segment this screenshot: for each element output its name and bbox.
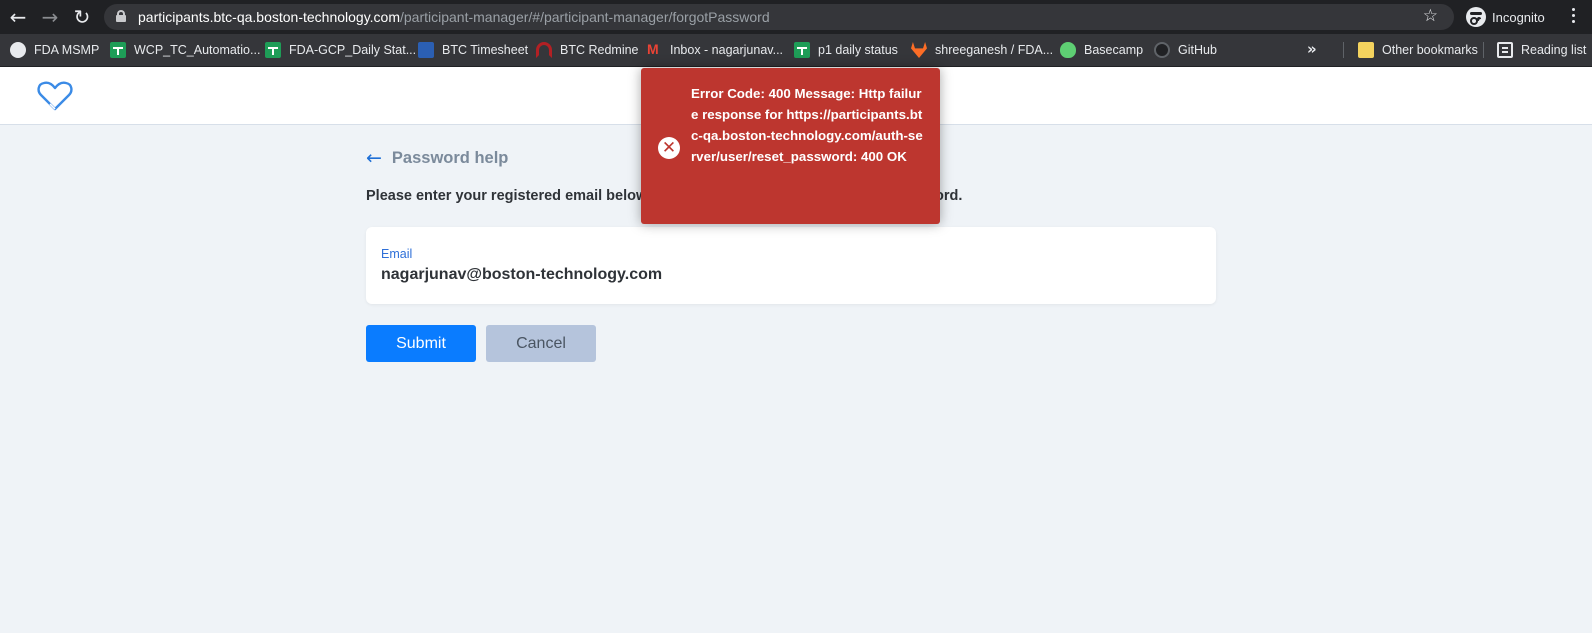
globe-icon xyxy=(10,42,26,58)
back-icon[interactable]: ← xyxy=(7,6,29,28)
submit-button[interactable]: Submit xyxy=(366,325,476,362)
reading-list-icon xyxy=(1497,42,1513,58)
bookmark-item[interactable]: FDA-GCP_Daily Stat... xyxy=(265,40,416,60)
bookmark-item[interactable]: WCP_TC_Automatio... xyxy=(110,40,260,60)
bookmarks-divider xyxy=(1343,42,1344,58)
incognito-icon xyxy=(1466,7,1486,27)
page-title: Password help xyxy=(391,148,509,167)
other-bookmarks[interactable]: Other bookmarks xyxy=(1358,40,1478,60)
heart-logo-icon[interactable] xyxy=(37,80,73,112)
email-field[interactable]: Email nagarjunav@boston-technology.com xyxy=(366,227,1216,304)
gmail-icon xyxy=(646,41,662,58)
url-text: participants.btc-qa.boston-technology.co… xyxy=(138,9,770,25)
forward-icon[interactable]: → xyxy=(39,6,61,28)
reload-icon[interactable]: ↻ xyxy=(71,6,93,28)
lock-icon xyxy=(116,10,126,22)
bookmark-item[interactable]: shreeganesh / FDA... xyxy=(911,40,1053,60)
bookmarks-overflow-icon[interactable]: » xyxy=(1307,40,1317,58)
sheets-icon xyxy=(110,42,126,58)
bookmark-item[interactable]: Inbox - nagarjunav... xyxy=(646,40,783,60)
error-toast[interactable]: ✕ Error Code: 400 Message: Http failure … xyxy=(641,68,940,224)
gitlab-icon xyxy=(911,42,927,58)
address-bar[interactable]: participants.btc-qa.boston-technology.co… xyxy=(104,4,1454,30)
back-arrow-icon[interactable]: ← xyxy=(366,148,382,168)
bookmark-item[interactable]: GitHub xyxy=(1154,40,1217,60)
bookmark-item[interactable]: BTC Timesheet xyxy=(418,40,528,60)
error-icon: ✕ xyxy=(658,137,680,159)
more-menu-icon[interactable] xyxy=(1570,8,1576,26)
bookmarks-bar: FDA MSMP WCP_TC_Automatio... FDA-GCP_Dai… xyxy=(0,34,1592,67)
email-label: Email xyxy=(381,247,413,261)
github-icon xyxy=(1154,42,1170,58)
redmine-icon xyxy=(536,42,552,58)
bookmark-star-icon[interactable]: ☆ xyxy=(1423,6,1438,26)
sheets-icon xyxy=(265,42,281,58)
folder-icon xyxy=(1358,42,1374,58)
cancel-button[interactable]: Cancel xyxy=(486,325,596,362)
sheets-icon xyxy=(794,42,810,58)
btc-icon xyxy=(418,42,434,58)
bookmark-item[interactable]: BTC Redmine xyxy=(536,40,639,60)
basecamp-icon xyxy=(1060,42,1076,58)
browser-toolbar: ← → ↻ participants.btc-qa.boston-technol… xyxy=(0,0,1592,34)
reading-list[interactable]: Reading list xyxy=(1497,40,1586,60)
bookmark-item[interactable]: p1 daily status xyxy=(794,40,898,60)
bookmarks-divider xyxy=(1483,42,1484,58)
incognito-badge[interactable]: Incognito xyxy=(1466,6,1545,28)
bookmark-item[interactable]: FDA MSMP xyxy=(10,40,99,60)
toast-message: Error Code: 400 Message: Http failure re… xyxy=(691,86,923,164)
back-row[interactable]: ← Password help xyxy=(366,148,508,168)
bookmark-item[interactable]: Basecamp xyxy=(1060,40,1143,60)
email-input[interactable]: nagarjunav@boston-technology.com xyxy=(381,266,662,284)
incognito-label: Incognito xyxy=(1492,9,1545,25)
